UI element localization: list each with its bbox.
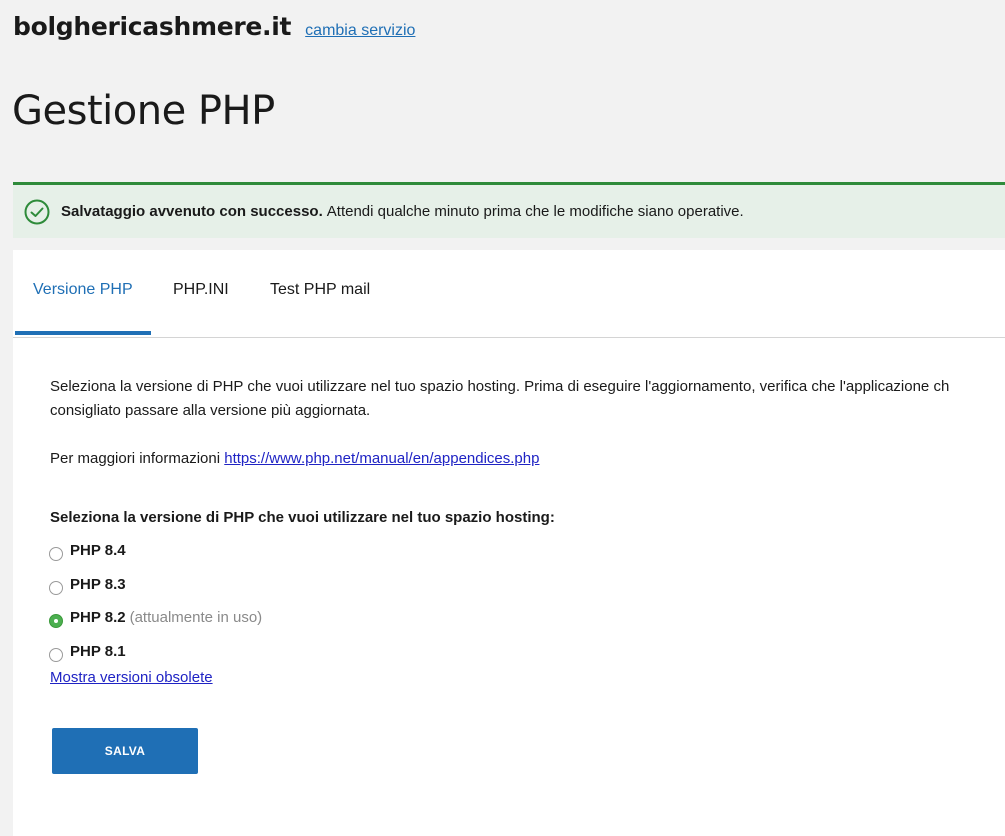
option-php-8-2[interactable]: PHP 8.2 (attualmente in uso) (49, 606, 262, 628)
tab-test-php-mail[interactable]: Test PHP mail (270, 281, 370, 299)
option-php-8-1[interactable]: PHP 8.1 (49, 640, 126, 662)
alert-title: Salvataggio avvenuto con successo. (61, 203, 323, 220)
option-php-8-3[interactable]: PHP 8.3 (49, 573, 126, 595)
tab-bar: Versione PHP PHP.INI Test PHP mail (13, 250, 1005, 338)
option-php-8-4[interactable]: PHP 8.4 (49, 539, 126, 561)
option-label: PHP 8.3 (70, 575, 126, 593)
more-info: Per maggiori informazioni https://www.ph… (50, 447, 1005, 471)
php-manual-link[interactable]: https://www.php.net/manual/en/appendices… (224, 450, 539, 467)
service-header: bolghericashmere.it cambia servizio (13, 12, 415, 41)
alert-message: Attendi qualche minuto prima che le modi… (326, 203, 744, 220)
radio-php-8-2[interactable] (49, 614, 63, 628)
radio-php-8-4[interactable] (49, 547, 63, 561)
version-select-label: Seleziona la versione di PHP che vuoi ut… (50, 509, 555, 526)
check-circle-icon (24, 199, 50, 224)
domain-name: bolghericashmere.it (13, 12, 292, 41)
option-label: PHP 8.2 (70, 608, 126, 626)
option-label: PHP 8.4 (70, 541, 126, 559)
tab-php-ini[interactable]: PHP.INI (173, 281, 229, 299)
show-obsolete-versions-link[interactable]: Mostra versioni obsolete (50, 669, 213, 686)
radio-php-8-1[interactable] (49, 648, 63, 662)
page-title: Gestione PHP (12, 88, 275, 134)
description-line-1: Seleziona la versione di PHP che vuoi ut… (50, 378, 950, 395)
active-tab-indicator (15, 331, 151, 335)
radio-php-8-3[interactable] (49, 581, 63, 595)
php-panel: Versione PHP PHP.INI Test PHP mail Selez… (13, 250, 1005, 836)
description-line-2: consigliato passare alla versione più ag… (50, 402, 371, 419)
change-service-link[interactable]: cambia servizio (305, 22, 415, 40)
more-info-label: Per maggiori informazioni (50, 450, 221, 467)
current-version-note: (attualmente in uso) (129, 608, 263, 626)
description-block: Seleziona la versione di PHP che vuoi ut… (50, 375, 1005, 471)
tab-versione-php[interactable]: Versione PHP (33, 281, 133, 299)
save-button[interactable]: SALVA (52, 728, 198, 774)
success-alert: Salvataggio avvenuto con successo. Atten… (13, 182, 1005, 238)
option-label: PHP 8.1 (70, 642, 126, 660)
